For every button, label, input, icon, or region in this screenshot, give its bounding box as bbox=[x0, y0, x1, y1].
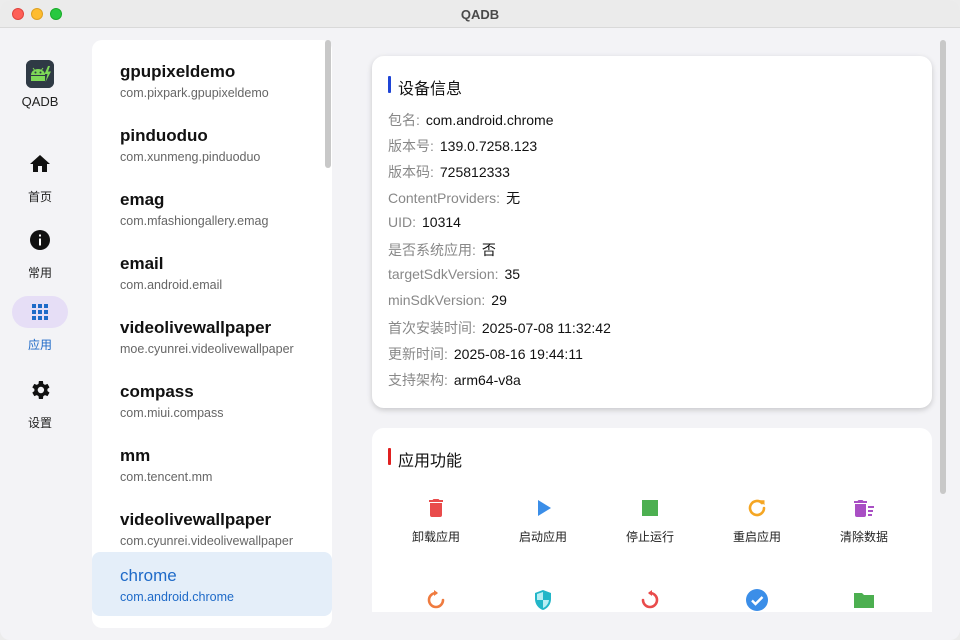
app-package: com.android.chrome bbox=[120, 590, 234, 604]
app-logo-icon bbox=[26, 60, 54, 88]
nav-item-settings[interactable]: 设置 bbox=[0, 374, 80, 434]
app-package: moe.cyunrei.videolivewallpaper bbox=[120, 342, 294, 356]
shield-icon bbox=[535, 590, 551, 610]
nav-label: 设置 bbox=[27, 416, 52, 430]
function-button[interactable] bbox=[814, 588, 914, 612]
gear-icon bbox=[32, 381, 50, 399]
nav-item-home[interactable]: 首页 bbox=[0, 148, 80, 208]
app-name: videolivewallpaper bbox=[120, 318, 272, 337]
check-circle-icon bbox=[746, 589, 768, 611]
function-button[interactable] bbox=[707, 588, 807, 612]
function-label: 停止运行 bbox=[625, 530, 674, 544]
app-package: com.cyunrei.videolivewallpaper bbox=[120, 534, 293, 548]
clear-data-icon bbox=[854, 500, 874, 517]
function-button[interactable] bbox=[386, 588, 486, 612]
restart-icon bbox=[748, 499, 766, 517]
section-title: 设备信息 bbox=[398, 81, 463, 98]
section-accent bbox=[388, 76, 391, 93]
app-package: com.pixpark.gpupixeldemo bbox=[120, 86, 269, 100]
nav-item-common[interactable]: 常用 bbox=[0, 224, 80, 284]
folder-icon bbox=[854, 593, 874, 608]
function-button[interactable] bbox=[600, 588, 700, 612]
info-icon bbox=[30, 230, 50, 250]
section-accent bbox=[388, 448, 391, 465]
refresh-icon bbox=[427, 590, 445, 609]
main-scrollbar[interactable] bbox=[940, 40, 946, 494]
function-label: 卸载应用 bbox=[411, 530, 460, 544]
window-title: QADB bbox=[460, 7, 500, 22]
list-item[interactable]: gpupixeldemo com.pixpark.gpupixeldemo bbox=[92, 48, 332, 112]
nav-item-apps[interactable]: 应用 bbox=[0, 296, 80, 356]
list-item[interactable]: pinduoduo com.xunmeng.pinduoduo bbox=[92, 112, 332, 176]
nav-label: 应用 bbox=[27, 338, 52, 352]
stop-icon bbox=[642, 500, 658, 516]
info-row: 版本号: 139.0.7258.123 bbox=[388, 138, 538, 154]
info-row: 版本码: 725812333 bbox=[388, 164, 510, 180]
app-name: email bbox=[120, 254, 164, 273]
list-item[interactable]: compass com.miui.compass bbox=[92, 368, 332, 432]
app-name: pinduoduo bbox=[120, 126, 208, 145]
function-button[interactable] bbox=[493, 588, 593, 612]
app-name: videolivewallpaper bbox=[120, 510, 272, 529]
list-item[interactable]: emag com.mfashiongallery.emag bbox=[92, 176, 332, 240]
list-item[interactable]: videolivewallpaper com.cyunrei.videolive… bbox=[92, 496, 332, 560]
app-list-scrollbar[interactable] bbox=[325, 40, 331, 168]
play-icon bbox=[538, 500, 551, 516]
info-row: minSdkVersion: 29 bbox=[388, 292, 507, 308]
device-info-card: 设备信息 包名: com.android.chrome 版本号: 139.0.725… bbox=[372, 56, 932, 408]
info-row: 首次安装时间: 2025-07-08 11:32:42 bbox=[388, 320, 611, 336]
list-item[interactable]: email com.android.email bbox=[92, 240, 332, 304]
reset-icon bbox=[641, 590, 659, 609]
info-row: targetSdkVersion: 35 bbox=[388, 266, 521, 282]
info-row: ContentProviders: 无 bbox=[388, 190, 521, 206]
app-name: compass bbox=[120, 382, 194, 401]
logo-text: QADB bbox=[21, 94, 59, 109]
app-package: com.android.email bbox=[120, 278, 223, 292]
apps-icon bbox=[32, 304, 48, 320]
home-icon bbox=[30, 155, 50, 172]
app-name: mm bbox=[120, 446, 151, 465]
title-bar: QADB bbox=[0, 0, 960, 28]
app-name: emag bbox=[120, 190, 165, 209]
app-list[interactable]: gpupixeldemo com.pixpark.gpupixeldemo pi… bbox=[92, 40, 332, 628]
app-package: com.xunmeng.pinduoduo bbox=[120, 150, 261, 164]
app-window: QADB QADB 首页 常用 应用 设置 gpupixeldemo com.p… bbox=[0, 0, 960, 640]
info-row: 更新时间: 2025-08-16 19:44:11 bbox=[388, 346, 583, 362]
clear-data-button[interactable]: 清除数据 bbox=[814, 496, 914, 566]
app-package: com.mfashiongallery.emag bbox=[120, 214, 269, 228]
nav-label: 常用 bbox=[27, 266, 52, 280]
launch-app-button[interactable]: 启动应用 bbox=[493, 496, 593, 566]
list-item-selected[interactable]: chrome com.android.chrome bbox=[92, 552, 332, 616]
uninstall-app-button[interactable]: 卸载应用 bbox=[386, 496, 486, 566]
app-functions-card: 应用功能 卸载应用 启动应用 停止运行 重启应用 清除数据 bbox=[372, 428, 932, 612]
info-row: 是否系统应用: 否 bbox=[388, 242, 496, 258]
list-item[interactable]: videolivewallpaper moe.cyunrei.videolive… bbox=[92, 304, 332, 368]
nav-label: 首页 bbox=[27, 190, 52, 204]
app-package: com.miui.compass bbox=[120, 406, 224, 420]
app-package: com.tencent.mm bbox=[120, 470, 213, 484]
restart-app-button[interactable]: 重启应用 bbox=[707, 496, 807, 566]
info-row: UID: 10314 bbox=[388, 214, 461, 230]
app-name: gpupixeldemo bbox=[120, 62, 236, 81]
info-row: 支持架构: arm64-v8a bbox=[388, 372, 521, 388]
app-name: chrome bbox=[120, 566, 177, 585]
list-item[interactable]: mm com.tencent.mm bbox=[92, 432, 332, 496]
trash-icon bbox=[429, 499, 443, 517]
section-title: 应用功能 bbox=[398, 453, 463, 470]
info-row: 包名: com.android.chrome bbox=[388, 112, 554, 128]
function-label: 重启应用 bbox=[732, 530, 781, 544]
function-label: 清除数据 bbox=[839, 530, 888, 544]
function-label: 启动应用 bbox=[518, 530, 567, 544]
navigation-rail: QADB 首页 常用 应用 设置 bbox=[0, 28, 80, 640]
stop-app-button[interactable]: 停止运行 bbox=[600, 496, 700, 566]
